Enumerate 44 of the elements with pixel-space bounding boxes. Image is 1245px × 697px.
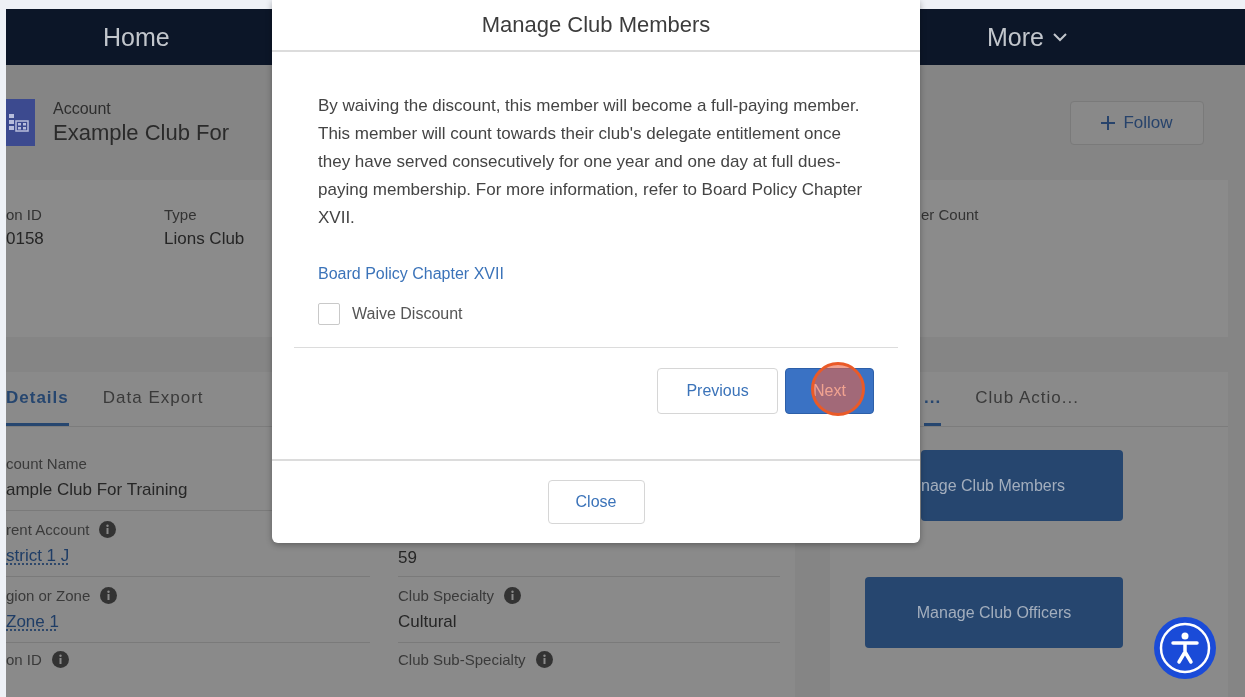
field-label: er Count	[921, 206, 979, 223]
follow-button[interactable]: Follow	[1070, 100, 1204, 145]
field-value: ample Club For Training	[6, 480, 189, 500]
info-icon	[100, 587, 118, 604]
field-label: Type	[164, 206, 197, 223]
click-highlight	[811, 362, 865, 416]
field-link[interactable]: Zone 1	[6, 612, 59, 632]
field-value: 59	[398, 548, 418, 568]
record-title: Example Club For	[53, 119, 230, 146]
field-label: rent Account	[6, 521, 90, 538]
field-label: count Name	[6, 455, 87, 472]
field-label: gion or Zone	[6, 587, 91, 604]
close-button[interactable]: Close	[547, 480, 645, 524]
plus-icon	[1101, 115, 1116, 130]
field-link[interactable]: strict 1 J	[6, 546, 70, 566]
policy-link[interactable]: Board Policy Chapter XVII	[318, 265, 504, 283]
field-label: on ID	[6, 206, 42, 223]
field-label: Club Specialty	[398, 587, 494, 604]
info-icon	[99, 521, 117, 538]
field-label: on ID	[6, 651, 42, 668]
checkbox-label: Waive Discount	[352, 305, 463, 323]
next-button[interactable]: Next	[785, 368, 874, 414]
previous-button[interactable]: Previous	[657, 368, 778, 414]
caret-icon	[1052, 32, 1068, 42]
field-value: 0158	[6, 229, 44, 249]
checkbox[interactable]	[318, 303, 340, 325]
info-icon	[51, 651, 69, 668]
action-button[interactable]: Manage Club Officers	[865, 577, 1123, 648]
tab[interactable]: Details	[6, 372, 69, 426]
tab[interactable]: ...	[924, 372, 942, 426]
field-label: Club Sub-Specialty	[398, 651, 526, 668]
nav-item[interactable]: Home	[103, 22, 170, 52]
object-type: Account	[53, 99, 112, 118]
field-value: Cultural	[398, 612, 458, 632]
action-button[interactable]: nage Club Members	[921, 450, 1123, 521]
message-text: By waiving the discount, this member will become a full-paying member. This member will count towards their club's delegate entitlement once they have served consecutively for one year and one day at full dues-paying membership. For more information, refer to Board Policy Chapter XVII.	[318, 95, 864, 229]
modal-title: Manage Club Members	[481, 12, 711, 39]
field-value: Lions Club	[164, 229, 245, 249]
info-icon	[503, 587, 521, 604]
info-icon	[535, 651, 553, 668]
tab[interactable]: Data Export	[102, 372, 204, 426]
tab[interactable]: Club Actio...	[975, 372, 1079, 426]
accessibility-icon[interactable]	[1154, 617, 1216, 679]
nav-item[interactable]: More	[987, 22, 1068, 52]
